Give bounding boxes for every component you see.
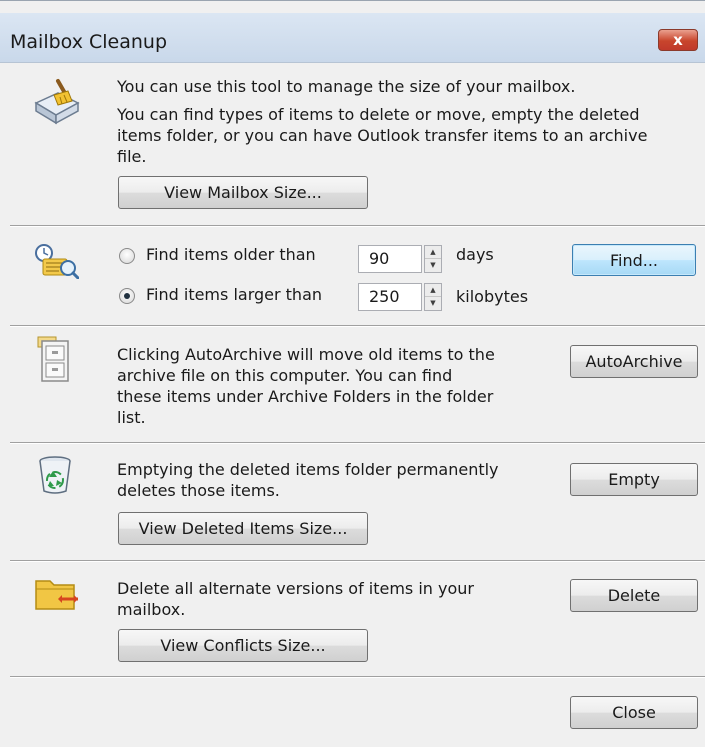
- view-mailbox-size-button[interactable]: View Mailbox Size...: [118, 176, 368, 209]
- autoarchive-text-line1: Clicking AutoArchive will move old items…: [117, 345, 495, 364]
- find-items-icon: [33, 243, 80, 280]
- section-divider: [10, 225, 705, 227]
- autoarchive-button[interactable]: AutoArchive: [570, 345, 698, 378]
- conflicts-folder-icon: [34, 575, 80, 613]
- mailbox-cleanup-icon: [32, 77, 82, 125]
- intro-text-line2: You can find types of items to delete or…: [117, 105, 640, 124]
- recycle-bin-icon: [37, 455, 73, 495]
- conflicts-text-line1: Delete all alternate versions of items i…: [117, 579, 474, 598]
- mailbox-cleanup-dialog: Mailbox Cleanup x You can use this tool …: [0, 0, 705, 747]
- find-older-label: Find items older than: [146, 245, 316, 264]
- dialog-title: Mailbox Cleanup: [10, 31, 168, 53]
- intro-text-line1: You can use this tool to manage the size…: [117, 77, 576, 96]
- stepper-up-icon[interactable]: ▲: [425, 284, 441, 297]
- intro-text-line4: file.: [117, 147, 147, 166]
- close-window-button[interactable]: x: [658, 29, 698, 51]
- autoarchive-text-line2: archive file on this computer. You can f…: [117, 366, 453, 385]
- larger-than-kb-input[interactable]: 250: [358, 283, 422, 311]
- find-larger-radio[interactable]: [119, 288, 135, 304]
- stepper-down-icon[interactable]: ▼: [425, 297, 441, 310]
- section-divider: [10, 676, 705, 678]
- close-button[interactable]: Close: [570, 696, 698, 729]
- conflicts-text-line2: mailbox.: [117, 600, 186, 619]
- stepper-up-icon[interactable]: ▲: [425, 246, 441, 259]
- older-unit-label: days: [456, 245, 494, 264]
- stepper-down-icon[interactable]: ▼: [425, 259, 441, 272]
- find-older-radio[interactable]: [119, 248, 135, 264]
- title-bar: Mailbox Cleanup x: [0, 13, 705, 63]
- larger-than-kb-stepper[interactable]: ▲ ▼: [424, 283, 442, 311]
- view-conflicts-size-button[interactable]: View Conflicts Size...: [118, 629, 368, 662]
- autoarchive-text-line4: list.: [117, 408, 146, 427]
- older-than-days-input[interactable]: 90: [358, 245, 422, 273]
- larger-unit-label: kilobytes: [456, 287, 529, 306]
- section-divider: [10, 560, 705, 562]
- intro-text-line3: items folder, or you can have Outlook tr…: [117, 126, 648, 145]
- empty-button[interactable]: Empty: [570, 463, 698, 496]
- find-button[interactable]: Find...: [572, 244, 696, 276]
- dialog-content: You can use this tool to manage the size…: [0, 63, 705, 747]
- deleted-text-line1: Emptying the deleted items folder perman…: [117, 460, 499, 479]
- delete-conflicts-button[interactable]: Delete: [570, 579, 698, 612]
- find-larger-label: Find items larger than: [146, 285, 323, 304]
- view-deleted-items-size-button[interactable]: View Deleted Items Size...: [118, 512, 368, 545]
- section-divider: [10, 325, 705, 327]
- section-divider: [10, 442, 705, 444]
- deleted-text-line2: deletes those items.: [117, 481, 280, 500]
- autoarchive-text-line3: these items under Archive Folders in the…: [117, 387, 494, 406]
- autoarchive-cabinet-icon: [36, 335, 74, 385]
- older-than-days-stepper[interactable]: ▲ ▼: [424, 245, 442, 273]
- close-icon: x: [673, 31, 683, 49]
